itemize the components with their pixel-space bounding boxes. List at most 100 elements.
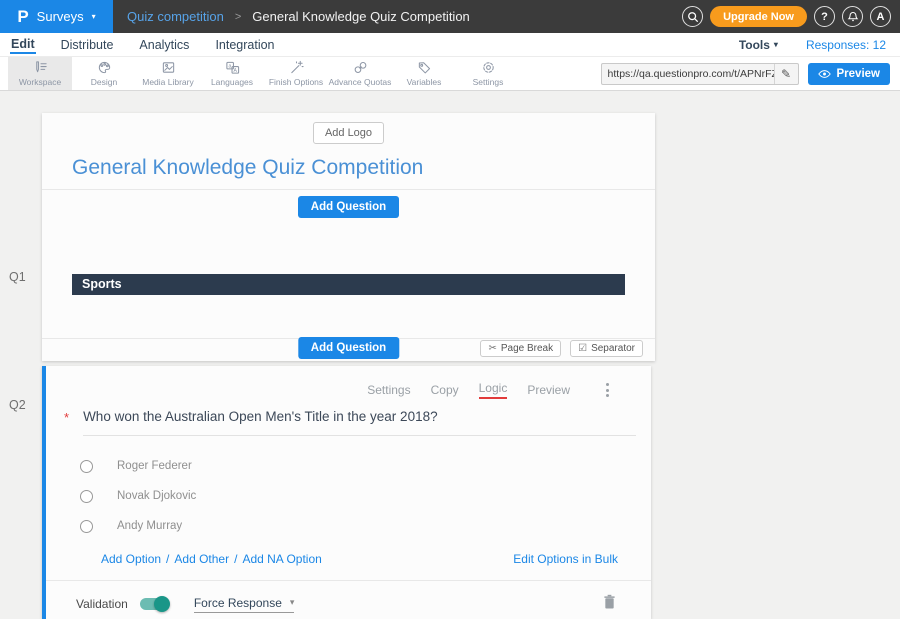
toolbar-item-workspace[interactable]: Workspace xyxy=(8,57,72,90)
variables-icon xyxy=(417,60,432,75)
breadcrumb-current: General Knowledge Quiz Competition xyxy=(252,9,470,24)
finish-options-icon xyxy=(289,60,304,75)
svg-text:a: a xyxy=(228,64,231,70)
search-icon xyxy=(687,11,699,23)
responses-count[interactable]: Responses: 12 xyxy=(806,38,886,52)
surveys-menu[interactable]: P Surveys ▾ xyxy=(0,0,113,33)
page-break-label: Page Break xyxy=(501,343,553,354)
option-label[interactable]: Andy Murray xyxy=(117,520,182,532)
add-question-button-top[interactable]: Add Question xyxy=(298,196,399,218)
radio-icon[interactable] xyxy=(80,490,93,503)
notifications-button[interactable] xyxy=(842,6,863,27)
preview-button[interactable]: Preview xyxy=(808,63,890,85)
help-button[interactable]: ? xyxy=(814,6,835,27)
tab-analytics[interactable]: Analytics xyxy=(138,36,190,53)
header-actions: Upgrade Now ? A xyxy=(682,6,900,27)
workspace-icon xyxy=(33,60,48,75)
q2-options-list: Roger Federer Novak Djokovic Andy Murray xyxy=(80,459,651,533)
add-other-link[interactable]: Add Other xyxy=(174,552,229,566)
toolbar-item-label: Advance Quotas xyxy=(329,77,392,87)
breadcrumb-separator-icon: > xyxy=(235,11,241,23)
eye-icon xyxy=(818,69,831,79)
toolbar-item-label: Media Library xyxy=(142,77,194,87)
survey-url-value: https://qa.questionpro.com/t/APNrFZe5 xyxy=(602,68,774,80)
separator-button[interactable]: ☑ Separator xyxy=(570,340,643,357)
toolbar-item-advance-quotas[interactable]: Advance Quotas xyxy=(328,57,392,90)
option-row[interactable]: Andy Murray xyxy=(80,519,651,533)
option-row[interactable]: Novak Djokovic xyxy=(80,489,651,503)
checkbox-icon: ☑ xyxy=(578,343,587,354)
q1-footer-row: Add Question ✂ Page Break ☑ Separator xyxy=(42,338,655,361)
edit-url-button[interactable]: ✎ xyxy=(774,64,798,84)
tools-menu[interactable]: Tools ▾ xyxy=(739,38,778,52)
design-icon xyxy=(97,60,112,75)
radio-icon[interactable] xyxy=(80,460,93,473)
toolbar-item-label: Variables xyxy=(407,77,442,87)
survey-canvas: Q1 Q2 Add Logo General Knowledge Quiz Co… xyxy=(0,91,900,619)
questionpro-survey-editor: P Surveys ▾ Quiz competition > General K… xyxy=(0,0,900,619)
kebab-menu-icon[interactable] xyxy=(604,381,611,399)
add-na-option-link[interactable]: Add NA Option xyxy=(242,552,321,566)
survey-url-field[interactable]: https://qa.questionpro.com/t/APNrFZe5 ✎ xyxy=(601,63,799,85)
validation-type-dropdown[interactable]: Force Response ▾ xyxy=(194,596,295,613)
breadcrumb: Quiz competition > General Knowledge Qui… xyxy=(127,9,470,24)
questionpro-logo: P xyxy=(17,8,28,25)
breadcrumb-parent[interactable]: Quiz competition xyxy=(127,9,224,24)
link-separator: / xyxy=(234,552,237,566)
q2-copy-link[interactable]: Copy xyxy=(431,383,459,397)
toolbar-item-label: Settings xyxy=(473,77,504,87)
add-option-link[interactable]: Add Option xyxy=(101,552,161,566)
option-label[interactable]: Novak Djokovic xyxy=(117,490,196,502)
tab-integration[interactable]: Integration xyxy=(214,36,275,53)
toolbar-item-label: Languages xyxy=(211,77,253,87)
validation-toggle[interactable] xyxy=(140,598,168,610)
question-number-q2: Q2 xyxy=(9,398,26,412)
q2-question-card: Settings Copy Logic Preview * Who won th… xyxy=(42,366,651,619)
tools-label: Tools xyxy=(739,38,770,52)
toolbar-item-design[interactable]: Design xyxy=(72,57,136,90)
survey-title[interactable]: General Knowledge Quiz Competition xyxy=(72,156,625,180)
languages-icon: aA xyxy=(225,60,240,75)
link-separator: / xyxy=(166,552,169,566)
q1-section-header[interactable]: Sports xyxy=(72,274,625,295)
q2-preview-link[interactable]: Preview xyxy=(527,383,570,397)
toolbar-item-languages[interactable]: aA Languages xyxy=(200,57,264,90)
tab-edit[interactable]: Edit xyxy=(10,35,36,54)
survey-title-section: Add Logo General Knowledge Quiz Competit… xyxy=(42,113,655,190)
radio-icon[interactable] xyxy=(80,520,93,533)
toolbar-item-label: Finish Options xyxy=(269,77,323,87)
avatar[interactable]: A xyxy=(870,6,891,27)
edit-options-in-bulk-link[interactable]: Edit Options in Bulk xyxy=(513,552,618,566)
toolbar-right: https://qa.questionpro.com/t/APNrFZe5 ✎ … xyxy=(601,57,900,90)
svg-text:A: A xyxy=(233,68,237,74)
tab-distribute[interactable]: Distribute xyxy=(60,36,115,53)
option-label[interactable]: Roger Federer xyxy=(117,460,192,472)
upgrade-now-button[interactable]: Upgrade Now xyxy=(710,6,807,27)
scissors-icon: ✂ xyxy=(488,343,496,354)
validation-label: Validation xyxy=(76,597,128,611)
page-break-button[interactable]: ✂ Page Break xyxy=(480,340,561,357)
q2-logic-link[interactable]: Logic xyxy=(479,381,508,399)
toolbar-item-label: Workspace xyxy=(19,77,61,87)
chevron-down-icon: ▾ xyxy=(92,13,96,21)
option-row[interactable]: Roger Federer xyxy=(80,459,651,473)
bell-icon xyxy=(847,11,859,23)
toggle-knob xyxy=(154,596,170,612)
toolbar-item-label: Design xyxy=(91,77,117,87)
toolbar-item-settings[interactable]: Settings xyxy=(456,57,520,90)
search-button[interactable] xyxy=(682,6,703,27)
chevron-down-icon: ▾ xyxy=(774,41,778,49)
q2-settings-link[interactable]: Settings xyxy=(367,383,410,397)
toolbar-item-variables[interactable]: Variables xyxy=(392,57,456,90)
pencil-icon: ✎ xyxy=(781,67,791,81)
delete-question-button[interactable] xyxy=(603,594,616,614)
preview-button-label: Preview xyxy=(837,68,880,80)
q2-question-text[interactable]: Who won the Australian Open Men's Title … xyxy=(83,409,636,436)
q2-validation-row: Validation Force Response ▾ xyxy=(46,581,651,614)
toolbar-item-finish-options[interactable]: Finish Options xyxy=(264,57,328,90)
add-logo-button[interactable]: Add Logo xyxy=(313,122,384,144)
chevron-down-icon: ▾ xyxy=(290,598,295,607)
add-question-button-bottom[interactable]: Add Question xyxy=(298,337,399,359)
separator-label: Separator xyxy=(591,343,635,354)
toolbar-item-media-library[interactable]: Media Library xyxy=(136,57,200,90)
